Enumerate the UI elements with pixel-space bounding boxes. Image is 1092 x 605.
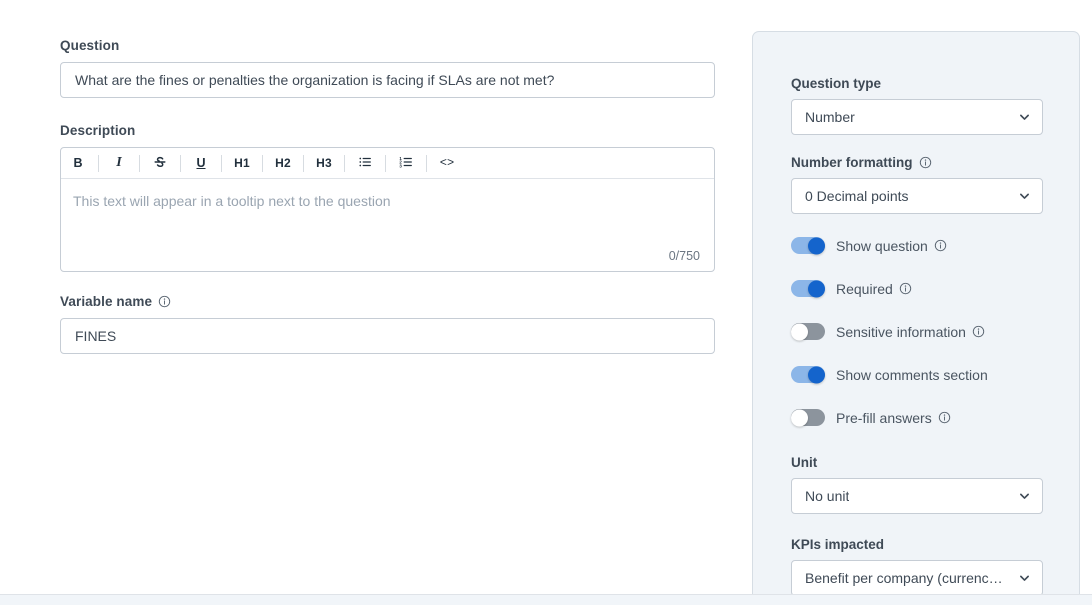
kpis-impacted-label: KPIs impacted	[791, 537, 885, 552]
variable-name-field-block: Variable name	[60, 294, 752, 354]
toggle-knob	[808, 280, 825, 297]
description-label: Description	[60, 123, 136, 138]
info-icon[interactable]	[972, 325, 985, 338]
question-field-block: Question	[60, 38, 752, 98]
unit-value: No unit	[805, 488, 850, 504]
sensitive-information-toggle[interactable]	[791, 323, 825, 340]
info-icon[interactable]	[938, 411, 951, 424]
toolbar-divider	[262, 154, 263, 172]
strikethrough-icon	[153, 155, 167, 172]
toggle-row-show-question: Show question	[791, 224, 1041, 267]
question-settings-panel: Question type Number Number formatting 0…	[752, 31, 1080, 594]
info-icon[interactable]	[158, 295, 171, 308]
question-type-label: Question type	[791, 76, 882, 91]
variable-name-input[interactable]	[60, 318, 715, 354]
info-icon[interactable]	[899, 282, 912, 295]
number-formatting-label-row: Number formatting	[791, 155, 1041, 170]
toggle-row-sensitive-information: Sensitive information	[791, 310, 1041, 353]
info-icon[interactable]	[919, 156, 932, 169]
number-formatting-value: 0 Decimal points	[805, 188, 909, 204]
required-toggle[interactable]	[791, 280, 825, 297]
question-editor-screen: Question Description B I	[0, 0, 1092, 605]
strikethrough-button[interactable]	[145, 149, 175, 178]
sensitive-information-label: Sensitive information	[836, 323, 966, 340]
pre-fill-answers-toggle[interactable]	[791, 409, 825, 426]
chevron-down-icon	[1018, 111, 1031, 124]
toolbar-divider	[221, 154, 222, 172]
info-icon[interactable]	[934, 239, 947, 252]
kpis-impacted-select[interactable]: Benefit per company (currency/...	[791, 560, 1043, 594]
show-comments-section-text: Show comments section	[836, 367, 988, 383]
show-question-label: Show question	[836, 237, 928, 254]
toggle-knob	[791, 323, 808, 340]
code-block-button[interactable]: <>	[432, 149, 462, 178]
show-comments-section-toggle[interactable]	[791, 366, 825, 383]
question-type-select[interactable]: Number	[791, 99, 1043, 135]
sensitive-information-text: Sensitive information	[836, 324, 985, 340]
toolbar-divider	[385, 154, 386, 172]
show-question-text: Show question	[836, 238, 947, 254]
number-formatting-select[interactable]: 0 Decimal points	[791, 178, 1043, 214]
chevron-down-icon	[1018, 572, 1031, 585]
toggle-row-show-comments-section: Show comments section	[791, 353, 1041, 396]
description-editor-body[interactable]: This text will appear in a tooltip next …	[61, 179, 714, 271]
footer-strip	[0, 595, 1092, 605]
pre-fill-answers-text: Pre-fill answers	[836, 410, 951, 426]
bold-button[interactable]: B	[63, 149, 93, 178]
required-text: Required	[836, 281, 912, 297]
description-rich-text-editor: B I U H1 H2 H3 1 2 3 <> This text will a…	[60, 147, 715, 272]
toolbar-divider	[180, 154, 181, 172]
underline-button[interactable]: U	[186, 149, 216, 178]
question-form-column: Question Description B I	[0, 0, 752, 594]
chevron-down-icon	[1018, 190, 1031, 203]
toggle-row-pre-fill-answers: Pre-fill answers	[791, 396, 1041, 439]
italic-button[interactable]: I	[104, 149, 134, 178]
bullet-list-button[interactable]	[350, 149, 380, 178]
description-placeholder: This text will appear in a tooltip next …	[73, 193, 391, 209]
unit-label: Unit	[791, 455, 818, 470]
heading-2-button[interactable]: H2	[268, 149, 298, 178]
toggle-row-required: Required	[791, 267, 1041, 310]
svg-text:3: 3	[399, 163, 402, 168]
question-type-value: Number	[805, 109, 855, 125]
variable-name-label: Variable name	[60, 294, 153, 309]
variable-name-label-row: Variable name	[60, 294, 752, 309]
unit-select[interactable]: No unit	[791, 478, 1043, 514]
rich-text-toolbar: B I U H1 H2 H3 1 2 3 <>	[61, 148, 714, 179]
toggle-knob	[808, 237, 825, 254]
question-input[interactable]	[60, 62, 715, 98]
toolbar-divider	[426, 154, 427, 172]
question-label: Question	[60, 38, 120, 53]
heading-1-button[interactable]: H1	[227, 149, 257, 178]
number-formatting-label: Number formatting	[791, 155, 913, 170]
required-label: Required	[836, 280, 893, 297]
heading-3-button[interactable]: H3	[309, 149, 339, 178]
show-question-toggle[interactable]	[791, 237, 825, 254]
toolbar-divider	[139, 154, 140, 172]
kpis-impacted-value: Benefit per company (currency/...	[805, 570, 1008, 586]
toggle-knob	[808, 366, 825, 383]
toolbar-divider	[344, 154, 345, 172]
toggle-knob	[791, 409, 808, 426]
settings-toggle-list: Show question Required Sensitive informa…	[791, 224, 1041, 439]
chevron-down-icon	[1018, 490, 1031, 503]
bullet-list-icon	[358, 155, 372, 172]
pre-fill-answers-label: Pre-fill answers	[836, 409, 932, 426]
toolbar-divider	[98, 154, 99, 172]
description-char-counter: 0/750	[668, 249, 700, 263]
show-comments-section-label: Show comments section	[836, 366, 988, 383]
toolbar-divider	[303, 154, 304, 172]
ordered-list-button[interactable]: 1 2 3	[391, 149, 421, 178]
description-field-block: Description B I U H1 H2 H3 1 2 3 <> This…	[60, 123, 752, 272]
ordered-list-icon: 1 2 3	[399, 155, 413, 172]
